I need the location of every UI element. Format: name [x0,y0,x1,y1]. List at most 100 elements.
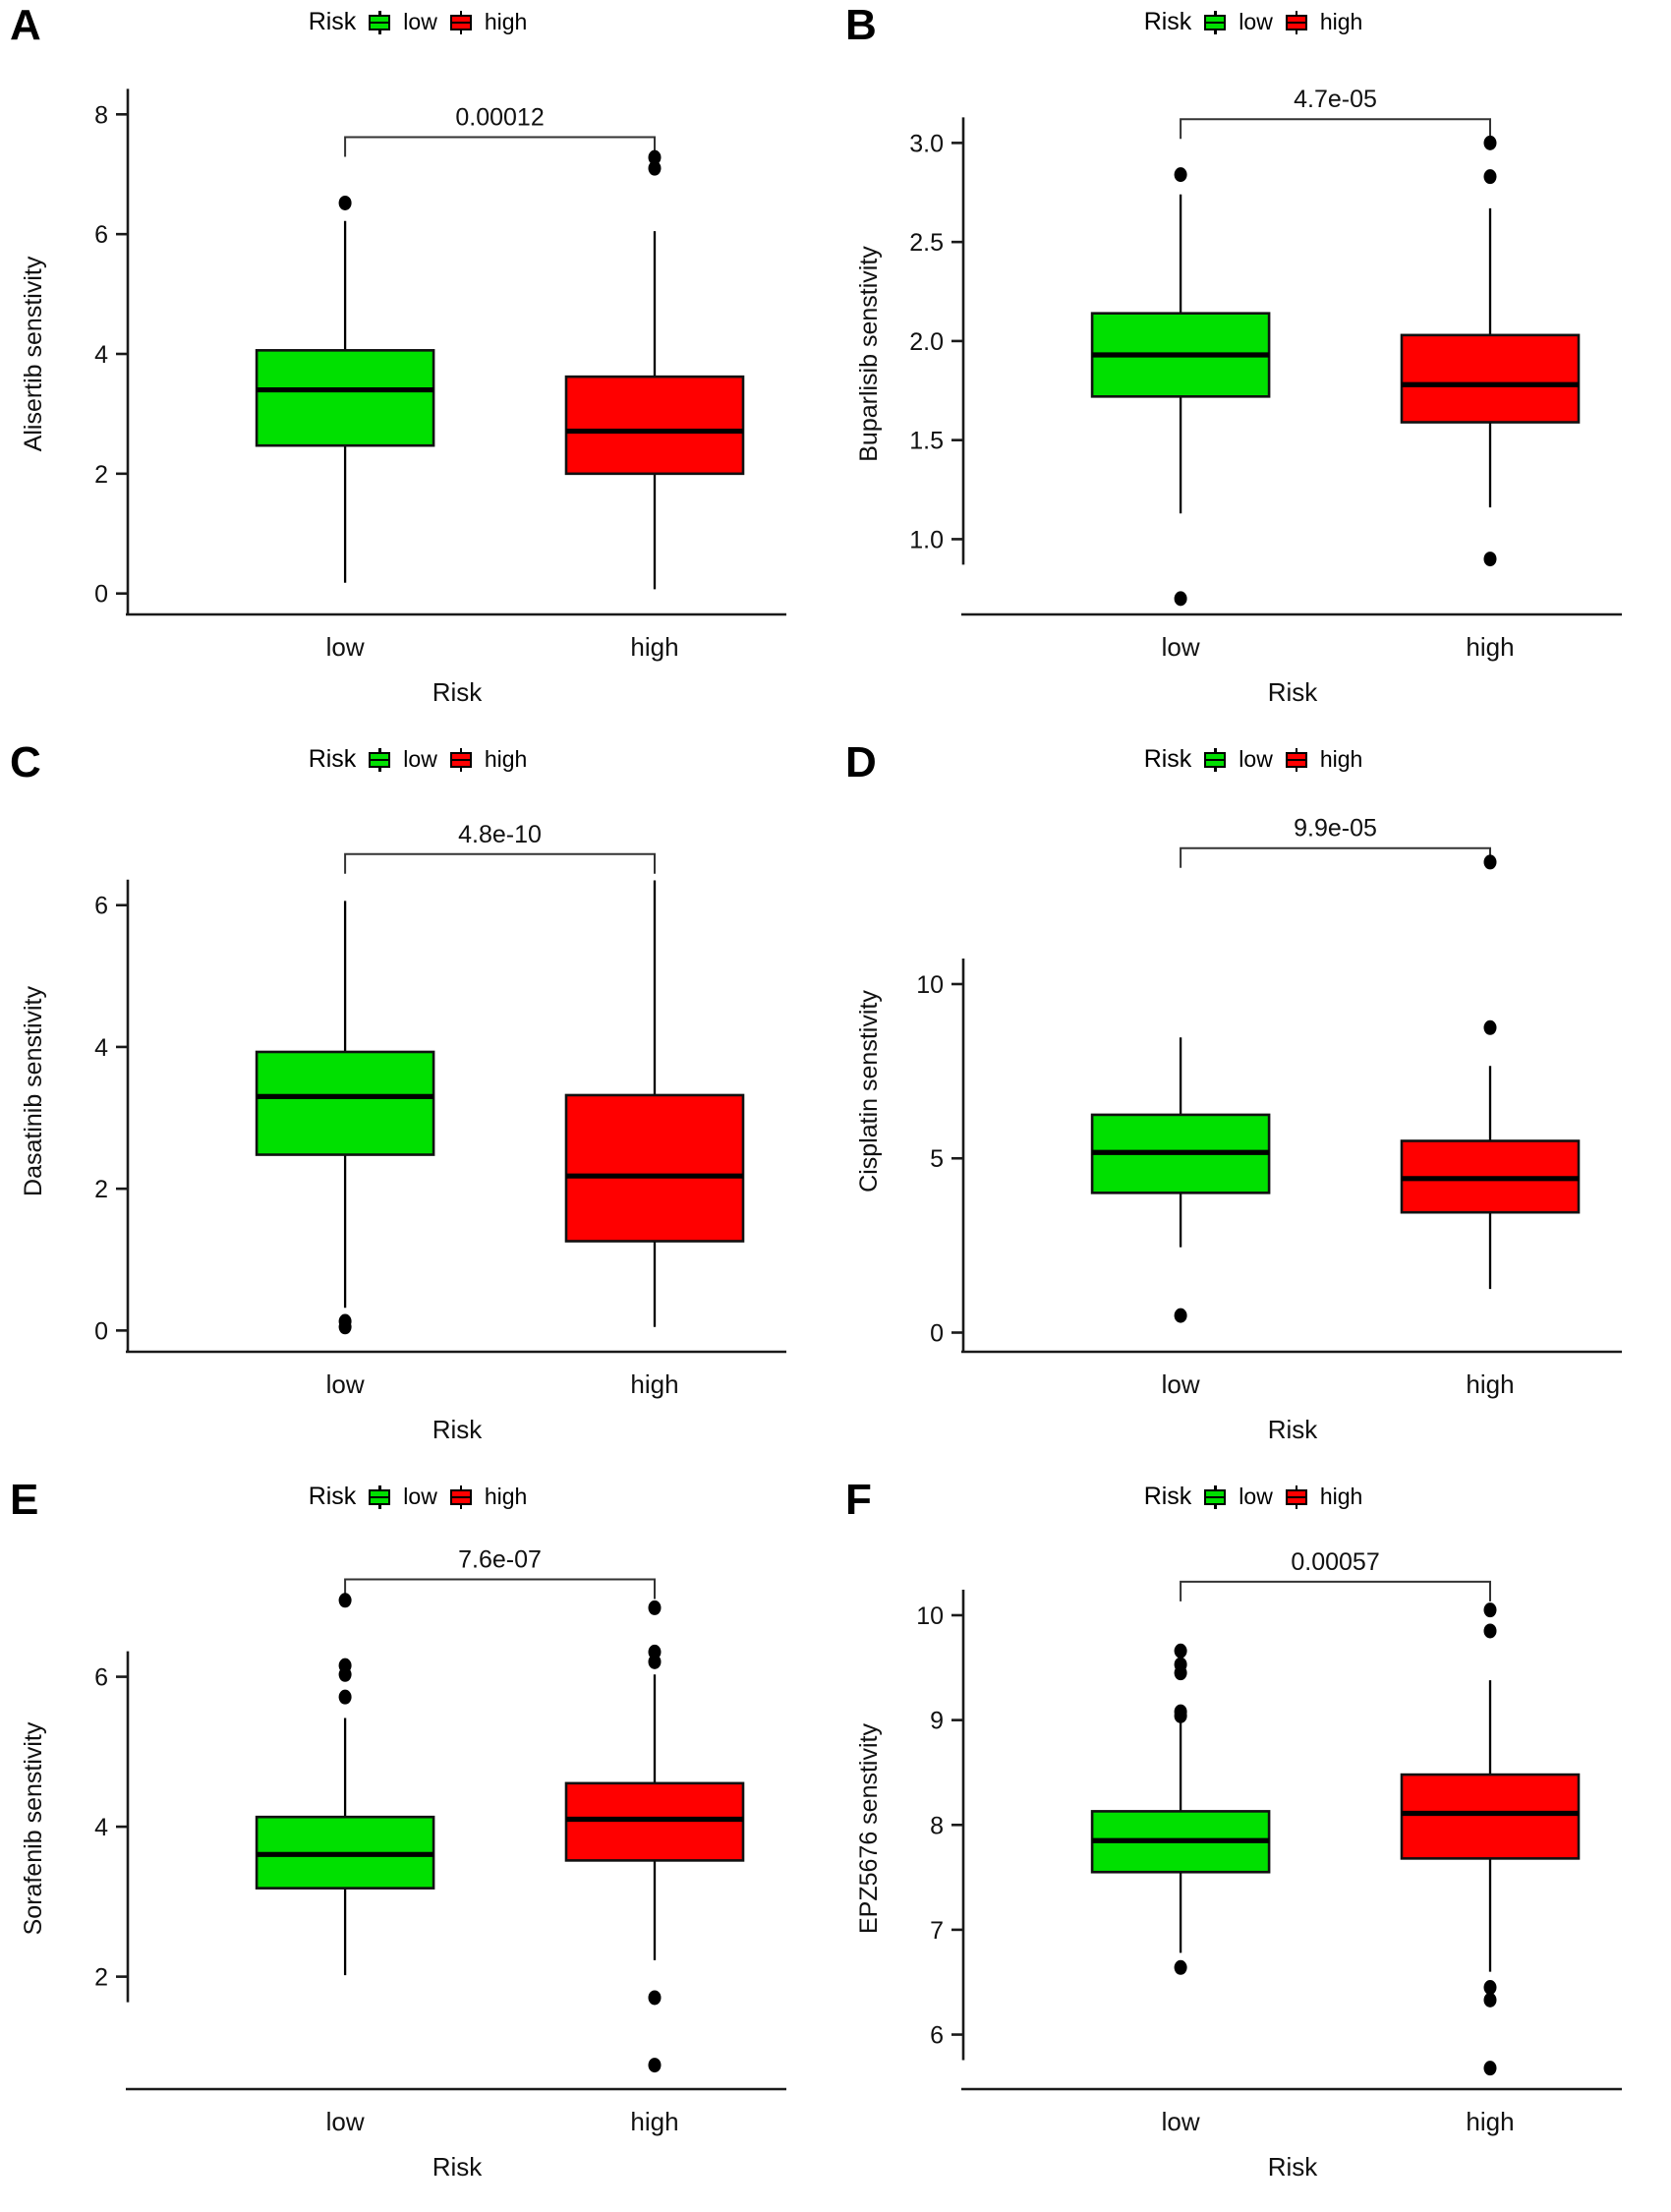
y-tick-label: 7 [930,1917,944,1945]
outlier-point [338,195,352,210]
box-low [255,901,435,1335]
y-axis-title: EPZ5676 senstivity [855,1723,883,1934]
x-axis-title: Risk [432,677,484,707]
y-axis-title: Buparlisib senstivity [855,246,883,462]
x-category-label-low: low [326,1369,365,1399]
box-low [1090,1037,1271,1323]
significance-bracket [344,136,656,157]
panel-f: F Risk low high 6 7 8 9 10 EPZ5676 senstivity low h… [836,1475,1671,2212]
outlier-point [1483,1980,1497,1996]
x-category-label-high: high [1466,2107,1514,2136]
p-value-label: 9.9e-05 [1294,815,1377,843]
y-tick-label: 4 [94,1814,108,1841]
box-high [564,149,745,590]
panel-e: E Risk low high 2 4 6 Sorafenib senstivity low hi… [0,1475,836,2212]
y-tick-label: 6 [94,893,108,920]
y-tick-label: 2.0 [909,328,944,356]
y-tick-label: 4 [94,341,108,369]
x-axis-title: Risk [432,2152,484,2182]
outlier-point [1174,1708,1187,1723]
x-axis-title: Risk [1268,1415,1319,1444]
box-low [1090,1643,1271,1975]
outlier-point [648,160,662,176]
outlier-point [1174,167,1187,183]
boxplot-e: 2 4 6 Sorafenib senstivity low high Risk 7.6e-0… [20,1545,786,2182]
y-tick-label: 1.5 [909,428,944,455]
box-body [564,1781,745,1862]
y-tick-label: 2 [94,461,108,489]
boxplot-d: 0 5 10 Cisplatin senstivity low high Risk 9.9e-… [855,815,1622,1444]
p-value-label: 0.00057 [1291,1548,1379,1576]
x-category-label-high: high [630,632,678,662]
x-category-label-low: low [326,632,365,662]
boxplot-a: 0 2 4 6 8 Alisertib senstivity low high Risk 0.00… [20,88,786,707]
outlier-point [1483,1992,1497,2008]
y-tick-label: 6 [930,2022,944,2050]
box-high [1400,135,1581,567]
panel-c: C Risk low high 0 2 4 6 Dasatinib senstivity low h… [0,737,836,1475]
box-low [255,1593,435,1976]
box-body [1400,1773,1581,1860]
y-tick-label: 3.0 [909,130,944,157]
y-tick-label: 10 [916,971,944,999]
box-body [564,375,745,476]
significance-bracket [1180,1580,1491,1601]
significance-bracket [1180,118,1491,140]
y-tick-label: 2 [94,1964,108,1992]
x-category-label-low: low [326,2107,365,2136]
box-high [564,880,745,1327]
outlier-point [338,1593,352,1608]
significance-bracket [1180,846,1491,868]
y-tick-label: 0 [94,1317,108,1345]
outlier-point [1174,1665,1187,1681]
outlier-point [648,1654,662,1669]
outlier-point [648,2058,662,2073]
outlier-point [338,1319,352,1335]
outlier-point [1483,169,1497,185]
p-value-label: 4.8e-10 [458,821,542,848]
x-axis-title: Risk [432,1415,484,1444]
p-value-label: 4.7e-05 [1294,86,1377,113]
y-tick-label: 6 [94,221,108,249]
box-body [255,349,435,447]
y-tick-label: 10 [916,1602,944,1630]
outlier-point [648,1990,662,2006]
panel-a: A Risk low high 0 2 4 6 8 Alisertib senstivity low… [0,0,836,737]
y-tick-label: 2 [94,1176,108,1203]
x-category-label-low: low [1162,1369,1200,1399]
outlier-point [1483,2061,1497,2076]
outlier-point [1174,1959,1187,1975]
y-tick-label: 8 [94,101,108,129]
panel-b: B Risk low high 1.0 1.5 2.0 2.5 3.0 Buparlisib se… [836,0,1671,737]
x-category-label-high: high [630,2107,678,2136]
y-tick-label: 8 [930,1812,944,1839]
panel-d: D Risk low high 0 5 10 Cisplatin senstivity low h… [836,737,1671,1475]
y-axis-title: Sorafenib senstivity [20,1721,47,1935]
y-tick-label: 6 [94,1664,108,1692]
x-category-label-high: high [630,1369,678,1399]
box-body [564,1093,745,1243]
boxplot-f: 6 7 8 9 10 EPZ5676 senstivity low high Risk 0.000… [855,1548,1622,2182]
x-axis-title: Risk [1268,2152,1319,2182]
significance-bracket [344,1578,656,1600]
box-high [1400,854,1581,1290]
x-category-label-high: high [1466,632,1514,662]
box-body [255,1050,435,1156]
outlier-point [1483,1019,1497,1035]
outlier-point [1174,1308,1187,1323]
boxplot-c: 0 2 4 6 Dasatinib senstivity low high Risk 4.8e-… [20,821,786,1444]
outlier-point [1174,591,1187,607]
y-tick-label: 0 [930,1320,944,1348]
outlier-point [338,1666,352,1682]
box-low [255,195,435,583]
x-category-label-low: low [1162,2107,1200,2136]
outlier-point [1483,552,1497,567]
y-tick-label: 4 [94,1034,108,1062]
box-low [1090,167,1271,607]
y-tick-label: 0 [94,581,108,609]
outlier-point [648,1600,662,1615]
outlier-point [1174,1643,1187,1659]
y-tick-label: 1.0 [909,526,944,553]
outlier-point [1483,1602,1497,1618]
y-tick-label: 9 [930,1708,944,1735]
